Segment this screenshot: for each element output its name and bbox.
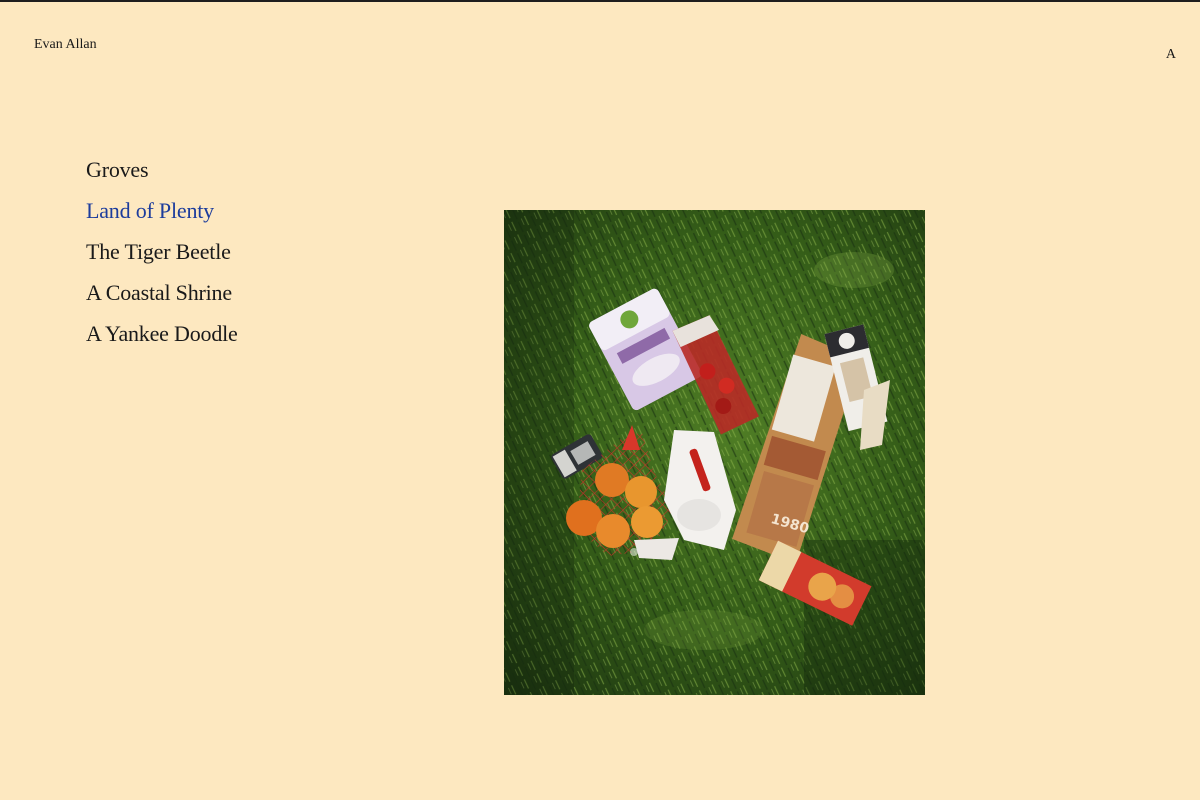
nav-link-the-tiger-beetle[interactable]: The Tiger Beetle	[86, 239, 231, 264]
menu-toggle-button[interactable]: A	[1166, 47, 1176, 63]
groceries-on-grass-photo[interactable]: 1980	[504, 210, 925, 695]
site-title-link[interactable]: Evan Allan	[34, 37, 97, 53]
project-nav: Groves Land of Plenty The Tiger Beetle A…	[86, 152, 238, 357]
nav-link-a-yankee-doodle[interactable]: A Yankee Doodle	[86, 321, 238, 346]
nav-link-a-coastal-shrine[interactable]: A Coastal Shrine	[86, 280, 232, 305]
nav-link-land-of-plenty[interactable]: Land of Plenty	[86, 198, 214, 223]
nav-item-a-coastal-shrine: A Coastal Shrine	[86, 275, 238, 316]
nav-item-the-tiger-beetle: The Tiger Beetle	[86, 234, 238, 275]
top-border	[0, 0, 1200, 2]
nav-item-a-yankee-doodle: A Yankee Doodle	[86, 316, 238, 357]
nav-link-groves[interactable]: Groves	[86, 157, 149, 182]
nav-item-land-of-plenty: Land of Plenty	[86, 193, 238, 234]
nav-item-groves: Groves	[86, 152, 238, 193]
